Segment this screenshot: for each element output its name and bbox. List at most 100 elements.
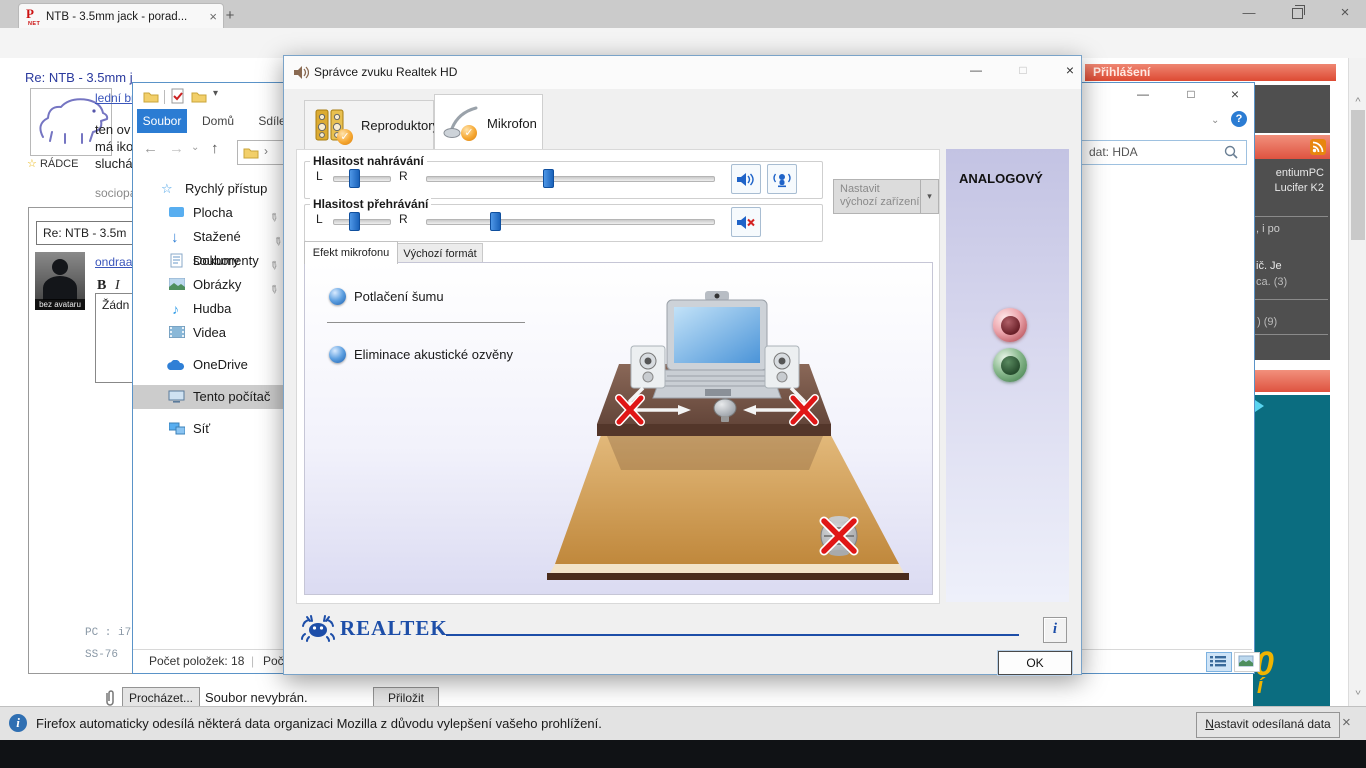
scrollbar-thumb[interactable] <box>1351 110 1365 240</box>
rss-icon[interactable] <box>1310 139 1326 155</box>
address-folder-icon <box>243 148 259 159</box>
page-scrollbar[interactable]: ^ ^ <box>1348 58 1366 706</box>
italic-button[interactable]: I <box>115 278 120 294</box>
details-view-button[interactable] <box>1206 652 1232 672</box>
download-icon: ↓ <box>171 229 179 246</box>
details-view-icon <box>1210 656 1226 667</box>
browser-tab[interactable]: P NET NTB - 3.5mm jack - porad... × <box>18 3 224 29</box>
sidebar-item-dokumenty[interactable]: Dokumenty ✎ <box>133 249 283 274</box>
firefox-minimize-button[interactable]: — <box>1232 0 1266 26</box>
videos-icon <box>169 326 185 338</box>
dialog-title: Správce zvuku Realtek HD <box>314 65 458 79</box>
data-settings-button[interactable]: Nastavit odesílaná data <box>1196 712 1340 738</box>
sidebar-item-quick-access[interactable]: ☆ Rychlý přístup <box>133 177 283 201</box>
tab-mikrofon[interactable]: ✓ Mikrofon <box>434 94 543 150</box>
properties-check-icon[interactable] <box>171 88 185 104</box>
nav-forward-icon[interactable]: → <box>169 140 184 157</box>
file-status-text: Soubor nevybrán. <box>205 690 308 705</box>
nav-back-icon[interactable]: ← <box>143 140 158 157</box>
post-author-link[interactable]: lední br <box>95 91 135 105</box>
firefox-restore-button[interactable] <box>1280 0 1314 26</box>
search-icon[interactable] <box>1224 145 1238 159</box>
user-badge: ☆ RÁDCE <box>27 157 78 170</box>
pictures-icon <box>169 278 185 290</box>
nav-up-icon[interactable]: ↑ <box>211 140 219 157</box>
echo-cancellation-label: Eliminace akustické ozvěny <box>354 347 513 362</box>
scroll-down-icon[interactable]: ^ <box>1349 684 1366 696</box>
scroll-up-icon[interactable]: ^ <box>1349 96 1366 108</box>
this-pc-icon <box>168 390 185 403</box>
microphone-boost-button[interactable] <box>767 164 797 194</box>
sidebar-label: Síť <box>193 421 211 436</box>
tab-reproduktory[interactable]: ✓ Reproduktory <box>304 100 439 150</box>
tab-close-icon[interactable]: × <box>209 9 217 24</box>
sidebar-item-stazene-soubory[interactable]: ↓ Stažené soubory ✎ <box>133 225 285 268</box>
sidebar-label: Hudba <box>193 301 232 316</box>
divider <box>1255 299 1328 300</box>
sidebar-user-fragment[interactable]: Lucifer K2 <box>1274 182 1324 194</box>
info-icon: i <box>9 714 27 732</box>
explorer-maximize-button[interactable]: □ <box>1169 87 1213 101</box>
new-tab-button[interactable]: + <box>218 6 242 26</box>
divider <box>1255 334 1328 335</box>
subtab-efekt-mikrofonu[interactable]: Efekt mikrofonu <box>304 241 398 264</box>
sidebar-item-sit[interactable]: Síť <box>133 417 283 441</box>
qat-customize-icon[interactable]: ▾ <box>213 88 218 99</box>
recording-volume-thumb[interactable] <box>543 169 554 188</box>
firefox-titlebar: P NET NTB - 3.5mm jack - porad... × + — … <box>0 0 1366 29</box>
paperclip-icon <box>106 690 114 706</box>
recording-volume-slider[interactable] <box>426 176 715 182</box>
playback-balance-slider[interactable] <box>333 219 391 225</box>
ribbon-tab-domu[interactable]: Domů <box>195 109 241 133</box>
dialog-close-button[interactable]: × <box>1053 62 1087 78</box>
sidebar-panel: entiumPC Lucifer K2 , i po ič. Je ca. (3… <box>1253 159 1330 360</box>
sidebar-item-obrazky[interactable]: Obrázky ✎ <box>133 273 283 298</box>
playback-volume-slider[interactable] <box>426 219 715 225</box>
sidebar-item-hudba[interactable]: ♪ Hudba <box>133 297 283 321</box>
default-device-dropdown-icon[interactable]: ▾ <box>920 180 938 213</box>
realtek-titlebar[interactable]: Správce zvuku Realtek HD — □ × <box>284 56 1081 89</box>
effect-panel: Potlačení šumu Eliminace akustické ozvěn… <box>304 262 933 595</box>
address-chevron: › <box>264 144 268 158</box>
echo-cancellation-orb[interactable] <box>329 346 346 363</box>
folder-icon[interactable] <box>143 90 159 103</box>
mic-jack-pink[interactable] <box>993 308 1027 342</box>
ok-button[interactable]: OK <box>997 650 1073 676</box>
folder-icon[interactable] <box>191 90 207 103</box>
sidebar-label: Dokumenty <box>193 253 259 268</box>
desktop-icon <box>169 207 184 217</box>
recording-monitor-button[interactable] <box>731 164 761 194</box>
thread-heading[interactable]: Re: NTB - 3.5mm j <box>25 70 133 85</box>
explorer-minimize-button[interactable]: — <box>1121 87 1165 101</box>
explorer-close-button[interactable]: × <box>1217 86 1253 102</box>
brand-underline <box>446 634 1019 636</box>
notification-close-icon[interactable]: × <box>1342 714 1351 731</box>
sidebar-item-plocha[interactable]: Plocha ✎ <box>133 201 283 226</box>
speaker-icon <box>294 66 309 79</box>
sidebar-item-onedrive[interactable]: OneDrive <box>133 353 283 377</box>
realtek-wordmark: REALTEK <box>340 616 448 640</box>
playback-balance-thumb[interactable] <box>349 212 360 231</box>
sidebar-item-tento-pocitac[interactable]: Tento počítač <box>133 385 284 409</box>
widget-header-bar <box>1253 135 1330 159</box>
dialog-minimize-button[interactable]: — <box>959 63 993 77</box>
ribbon-collapse-icon[interactable]: ⌄ <box>1211 115 1219 126</box>
nav-history-icon[interactable]: ⌄ <box>191 142 199 153</box>
playback-mute-button[interactable] <box>731 207 761 237</box>
lineout-jack-green[interactable] <box>993 348 1027 382</box>
recording-balance-thumb[interactable] <box>349 169 360 188</box>
ribbon-tab-soubor[interactable]: Soubor <box>137 109 187 133</box>
default-btn-line: výchozí zařízení <box>840 196 920 208</box>
help-icon[interactable]: ? <box>1231 111 1247 127</box>
sidebar-item-videa[interactable]: Videa <box>133 321 283 345</box>
noise-suppression-orb[interactable] <box>329 288 346 305</box>
bold-button[interactable]: B <box>97 278 106 294</box>
signature-line: SS-76 <box>85 649 119 661</box>
thumbnail-view-button[interactable] <box>1234 652 1260 672</box>
firefox-close-button[interactable]: × <box>1328 0 1362 26</box>
playback-volume-thumb[interactable] <box>490 212 501 231</box>
recording-balance-slider[interactable] <box>333 176 391 182</box>
sidebar-user-fragment[interactable]: entiumPC <box>1276 167 1324 179</box>
info-button[interactable]: i <box>1043 617 1067 643</box>
reply-author-link[interactable]: ondraa <box>95 255 132 269</box>
